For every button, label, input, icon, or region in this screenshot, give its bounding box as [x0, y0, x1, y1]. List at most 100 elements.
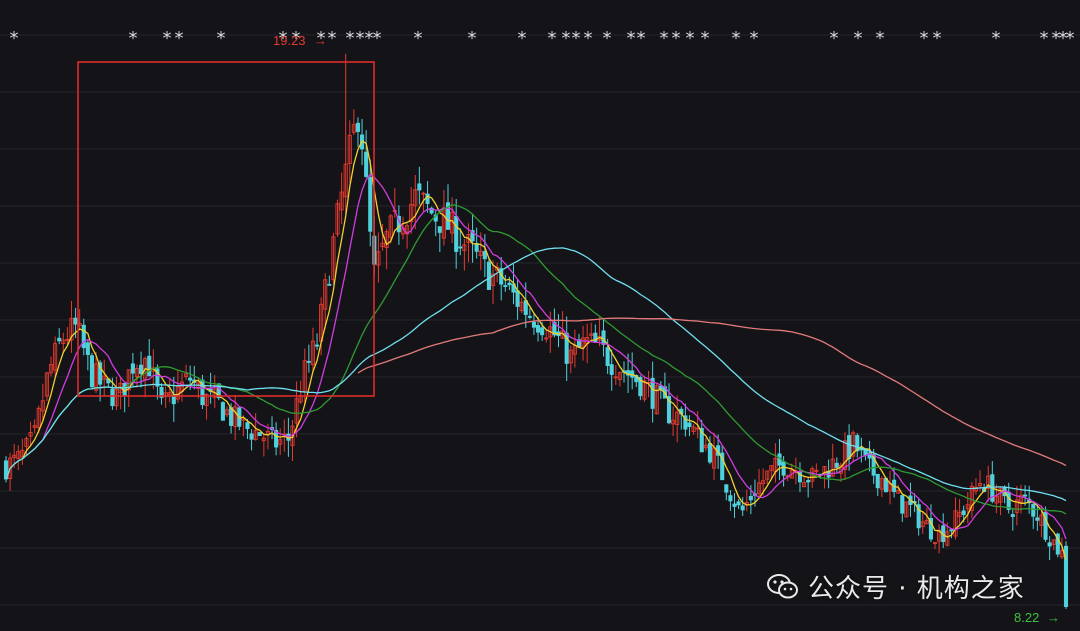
- candle: [69, 300, 74, 353]
- candle: [474, 227, 479, 259]
- candle: [879, 476, 884, 498]
- candle: [875, 473, 880, 496]
- signal-star-marker: *: [584, 28, 593, 49]
- candle: [830, 443, 835, 478]
- signal-star-marker: *: [637, 28, 646, 49]
- candle: [339, 172, 344, 225]
- candle: [134, 364, 140, 388]
- candle: [887, 470, 893, 505]
- max-price-marker: 19.23 →: [273, 33, 327, 48]
- signal-star-marker: *: [750, 28, 759, 49]
- candle: [806, 477, 811, 498]
- candle: [53, 336, 58, 377]
- candle: [470, 213, 475, 263]
- signal-star-marker: *: [603, 28, 612, 49]
- watermark: 公众号 · 机构之家: [766, 568, 1025, 605]
- candle: [589, 322, 594, 340]
- signal-markers: * * * * * * * * * * * * * * * * * * * * * * * * * * * * * * * * * * * * * **: [10, 28, 1075, 49]
- candle: [703, 437, 708, 452]
- signal-star-marker: *: [627, 28, 636, 49]
- candle: [81, 318, 86, 356]
- max-price-label: 19.23: [273, 33, 306, 48]
- candle: [920, 512, 925, 534]
- signal-star-marker: *: [163, 28, 172, 49]
- signal-star-marker: *: [1059, 28, 1068, 49]
- candle: [564, 316, 569, 382]
- candle: [114, 376, 119, 411]
- signal-star-marker: *: [10, 28, 19, 49]
- candle: [544, 329, 549, 343]
- candle: [613, 365, 618, 385]
- candle: [437, 226, 442, 253]
- candle: [617, 371, 622, 387]
- candle: [490, 260, 496, 305]
- candle: [44, 371, 49, 402]
- candle: [249, 429, 254, 451]
- candle: [376, 232, 381, 283]
- candle: [89, 352, 94, 389]
- candle: [986, 465, 991, 502]
- moving-average-lines: [5, 139, 1067, 560]
- candle: [347, 120, 352, 184]
- min-price-label: 8.22: [1014, 610, 1039, 625]
- candle: [937, 524, 942, 554]
- signal-star-marker: *: [854, 28, 863, 49]
- candle: [454, 199, 459, 269]
- candle: [327, 275, 332, 286]
- signal-star-marker: *: [562, 28, 571, 49]
- candle: [310, 327, 315, 374]
- candle: [1014, 486, 1019, 526]
- signal-star-marker: *: [701, 28, 710, 49]
- candle: [773, 443, 778, 483]
- candle: [736, 499, 741, 509]
- signal-star-marker: *: [572, 28, 581, 49]
- candlestick-chart: * * * * * * * * * * * * * * * * * * * * * * * * * * * * * * * * * * * * * ** …: [0, 28, 1080, 625]
- candle: [163, 386, 168, 408]
- candle: [1010, 508, 1015, 531]
- signal-star-marker: *: [992, 28, 1001, 49]
- candle: [556, 314, 561, 348]
- candle: [519, 297, 524, 314]
- candle: [654, 382, 659, 415]
- watermark-text: 公众号 · 机构之家: [808, 574, 1025, 604]
- candle: [351, 109, 356, 135]
- candle: [630, 352, 635, 390]
- signal-star-marker: *: [920, 28, 929, 49]
- candle: [503, 274, 508, 292]
- candle: [20, 438, 25, 465]
- candle: [691, 424, 696, 435]
- candle: [486, 257, 491, 291]
- candle: [515, 278, 520, 320]
- candle: [957, 499, 962, 526]
- candle: [711, 432, 717, 480]
- candle: [572, 329, 577, 368]
- candle: [842, 432, 848, 481]
- candle: [204, 393, 209, 420]
- candle: [417, 166, 422, 205]
- candle: [642, 375, 647, 402]
- candle: [757, 468, 762, 497]
- candle: [720, 445, 725, 481]
- candle: [855, 433, 860, 458]
- signal-star-marker: *: [830, 28, 839, 49]
- candle: [257, 432, 262, 436]
- signal-star-marker: *: [217, 28, 226, 49]
- candle: [527, 308, 532, 320]
- candle: [666, 383, 672, 425]
- candle: [973, 478, 979, 495]
- candle: [679, 406, 684, 430]
- candle: [1063, 541, 1069, 609]
- wechat-icon: [767, 573, 798, 598]
- candle: [57, 328, 62, 345]
- candle: [900, 495, 905, 522]
- candle: [355, 117, 361, 147]
- max-price-arrow: →: [314, 33, 327, 48]
- candle: [728, 490, 733, 511]
- candle: [744, 489, 749, 512]
- candle: [904, 501, 909, 518]
- ma5-line: [5, 139, 1067, 560]
- signal-star-marker: *: [328, 28, 337, 49]
- signal-star-marker: *: [414, 28, 423, 49]
- candle: [306, 344, 311, 373]
- signal-star-marker: *: [1040, 28, 1049, 49]
